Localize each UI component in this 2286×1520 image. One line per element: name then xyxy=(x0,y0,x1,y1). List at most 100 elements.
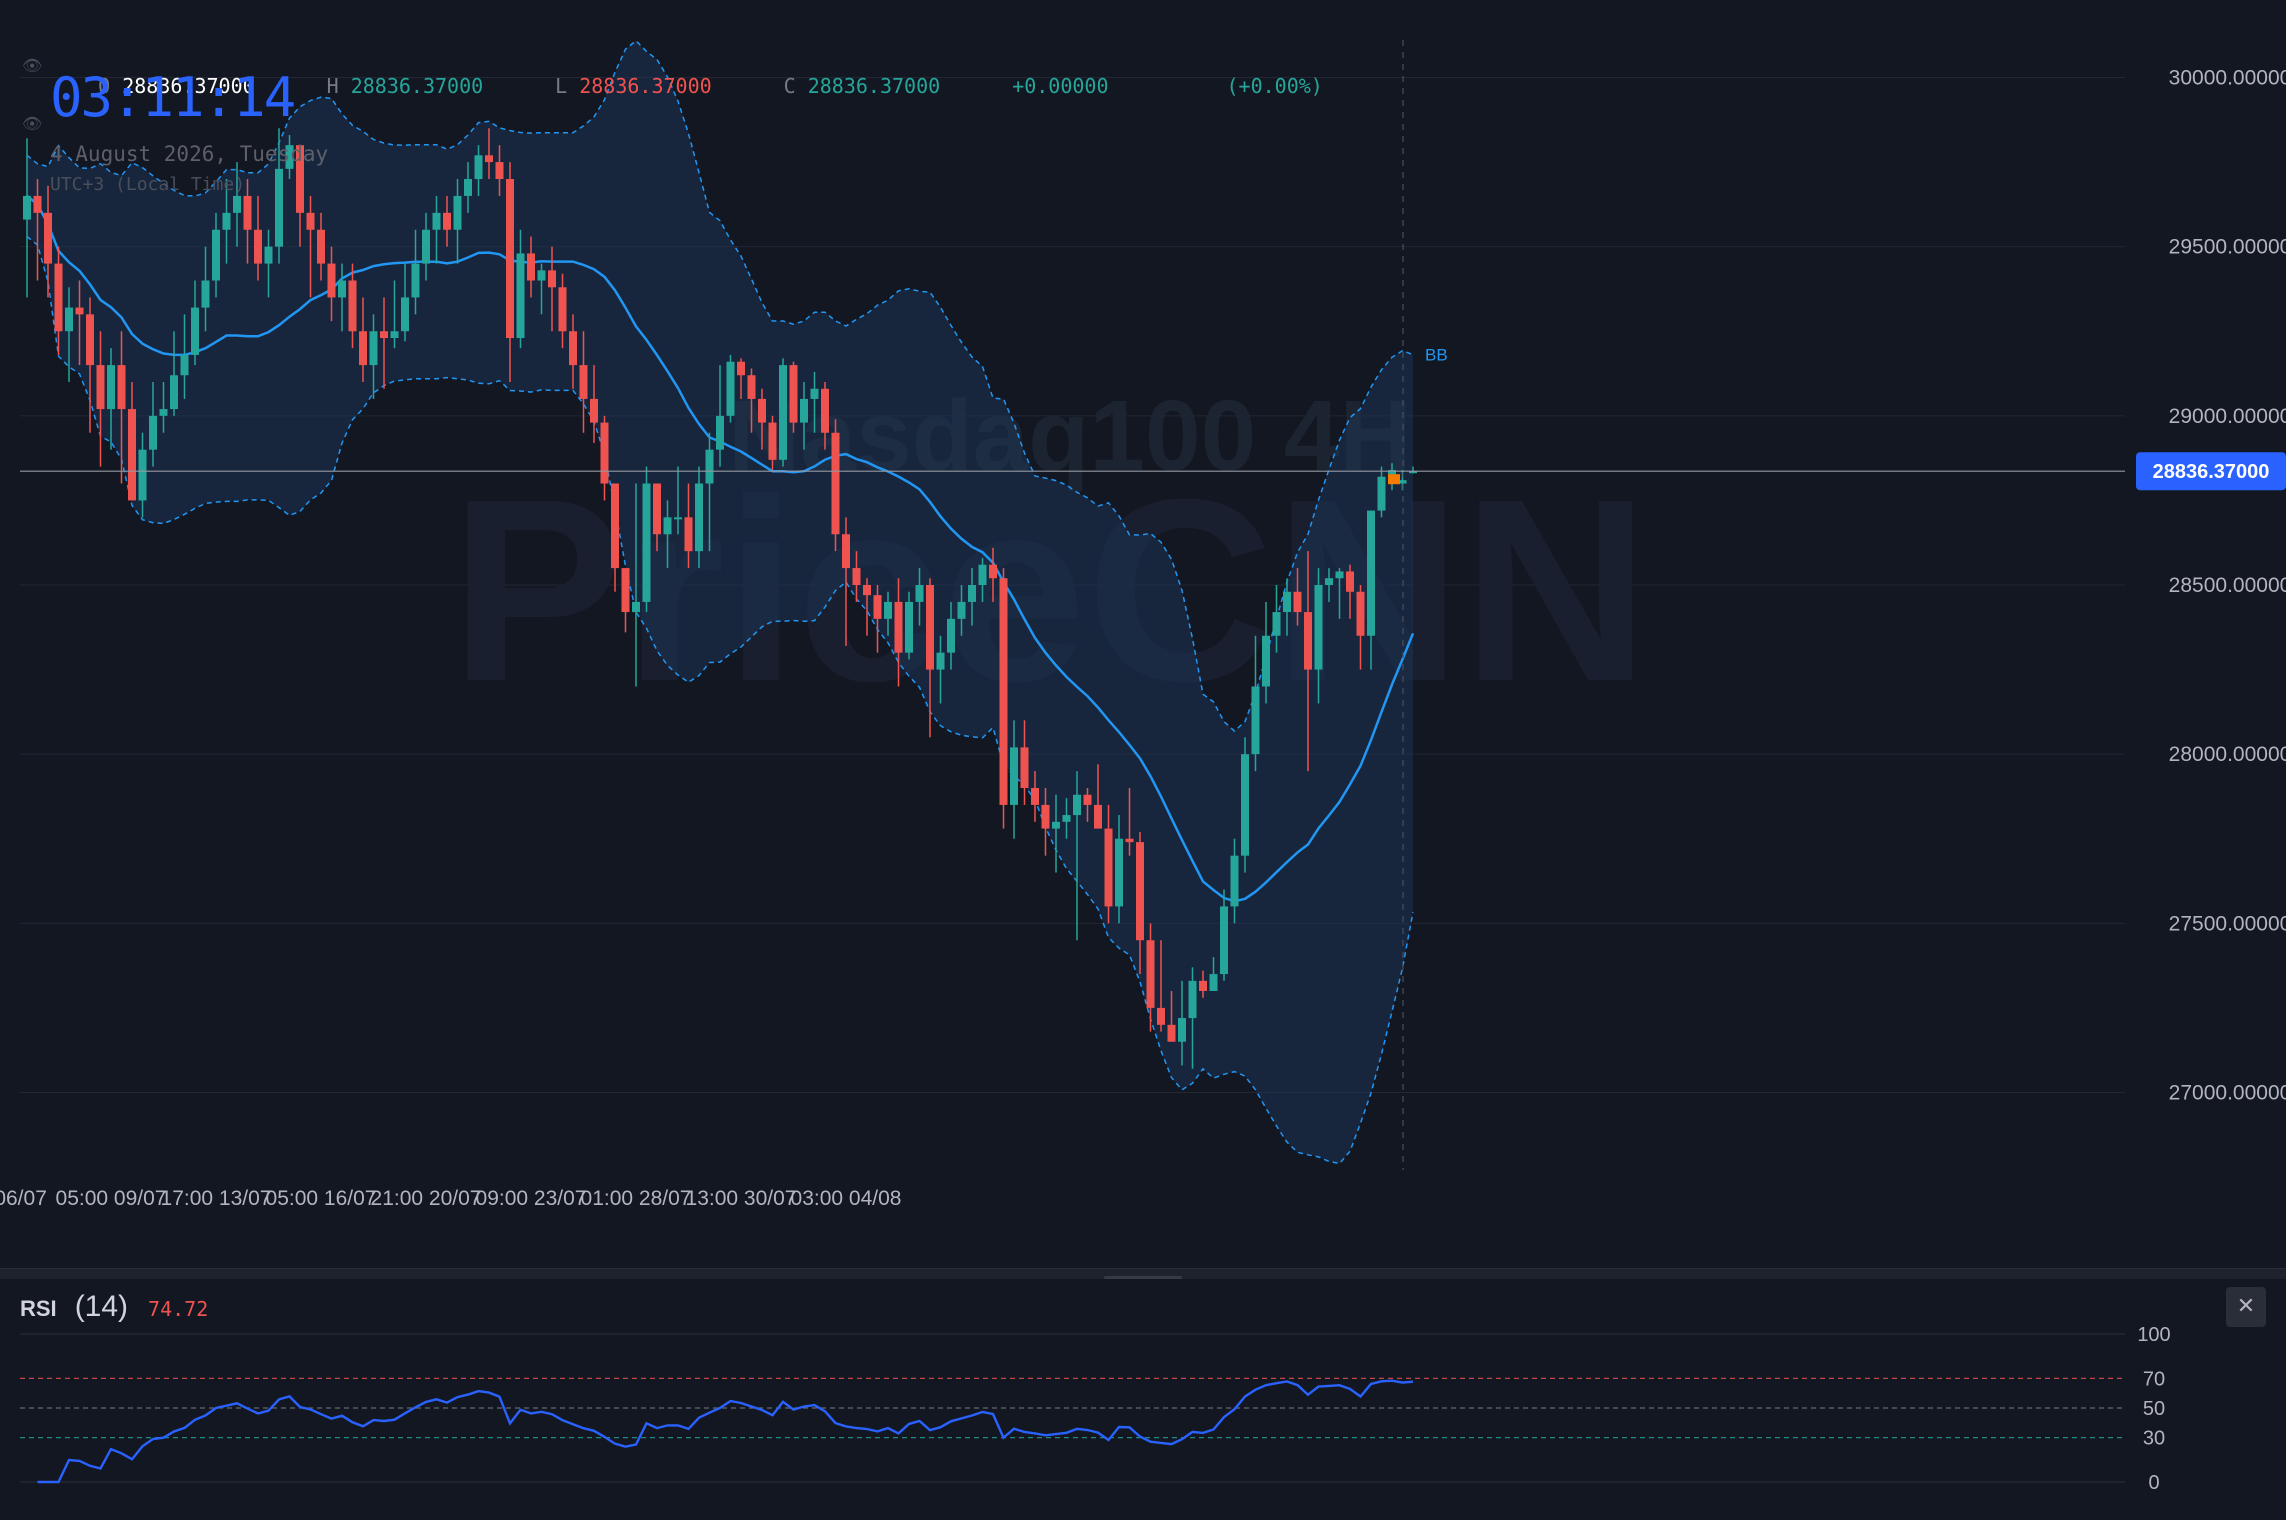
candle-body xyxy=(831,432,840,535)
candle-body xyxy=(506,179,514,339)
rsi-title: RSI xyxy=(20,1296,57,1321)
candle-body xyxy=(1209,974,1218,991)
time-tick-label: 05:00 16/07 xyxy=(266,1187,377,1210)
candle-body xyxy=(443,212,451,230)
candle-body xyxy=(254,229,262,264)
eye-icon[interactable]: 👁 xyxy=(22,56,42,75)
candle-body xyxy=(1010,747,1018,805)
candle-body xyxy=(96,365,105,410)
candle-body xyxy=(789,365,798,423)
time-tick-label: 05:00 09/07 xyxy=(56,1187,167,1210)
candle-body xyxy=(1062,815,1071,822)
candle-body xyxy=(264,246,273,264)
eye-icon[interactable]: 👁 xyxy=(22,114,42,133)
candle-body xyxy=(632,601,640,613)
candle-body xyxy=(548,270,556,288)
candle-body xyxy=(1293,591,1302,613)
rsi-value: 74.72 xyxy=(148,1297,209,1321)
last-price-label: 28836.37000 xyxy=(2153,461,2270,483)
rsi-legend: RSI (14) 74.72 xyxy=(20,1290,208,1324)
close-value: 28836.37000 xyxy=(807,74,941,98)
close-icon[interactable]: ✕ xyxy=(2226,1287,2266,1327)
candle-body xyxy=(926,585,934,670)
time-tick-label: 21:00 20/07 xyxy=(371,1187,482,1210)
candle-body xyxy=(23,195,31,220)
candle-body xyxy=(590,398,598,423)
price-tick-label: 29000.00000 xyxy=(2169,405,2286,428)
candle-body xyxy=(611,483,619,569)
candle-body xyxy=(401,297,409,332)
time-tick-label: 00 06/07 xyxy=(0,1187,47,1210)
candle-body xyxy=(33,195,42,213)
candle-body xyxy=(653,483,661,535)
candlestick-chart[interactable]: Nasdaq100 4H PriceCNN BB 27000.000002750… xyxy=(0,0,2286,1516)
candle-body xyxy=(936,652,945,670)
time-tick-label: 09:00 23/07 xyxy=(476,1187,587,1210)
candle-body xyxy=(1199,980,1207,991)
candle-body xyxy=(243,195,252,230)
alert-marker xyxy=(1388,474,1400,485)
candle-body xyxy=(75,307,84,315)
candle-body xyxy=(1083,794,1092,805)
candle-body xyxy=(1052,821,1060,829)
candle-body xyxy=(1230,855,1239,907)
candle-body xyxy=(516,253,525,339)
candle-body xyxy=(390,331,399,339)
candle-body xyxy=(1031,787,1039,805)
price-tick-label: 28500.00000 xyxy=(2169,574,2286,597)
candle-body xyxy=(1167,1024,1176,1042)
candle-body xyxy=(1251,686,1260,755)
candle-body xyxy=(569,331,577,366)
close-key: C xyxy=(783,74,796,98)
candle-body xyxy=(1367,510,1375,636)
change-percent: (+0.00%) xyxy=(1226,74,1323,98)
candle-body xyxy=(348,280,357,332)
time-tick-label: 13:00 30/07 xyxy=(686,1187,797,1210)
candle-body xyxy=(1178,1018,1186,1042)
candle-body xyxy=(1356,591,1365,636)
candle-body xyxy=(180,354,189,376)
candle-body xyxy=(579,365,588,399)
change-value: +0.00000 xyxy=(1012,74,1109,98)
candle-body xyxy=(905,601,913,653)
candle-body xyxy=(758,398,766,423)
candle-body xyxy=(44,212,52,264)
candle-body xyxy=(149,415,157,450)
candle-body xyxy=(842,534,850,569)
candle-body xyxy=(222,212,231,230)
candle-body xyxy=(128,409,136,501)
rsi-level-label: 100 xyxy=(2137,1324,2170,1346)
candle-body xyxy=(684,517,693,552)
candle-body xyxy=(957,601,966,619)
chart-area[interactable]: Nasdaq100 4H PriceCNN BB 27000.000002750… xyxy=(0,0,2286,1516)
pane-resize-handle[interactable] xyxy=(1104,1276,1182,1279)
candle-body xyxy=(422,229,430,264)
candle-body xyxy=(1346,571,1354,592)
rsi-level-label: 30 xyxy=(2143,1428,2165,1450)
candle-body xyxy=(1304,612,1312,670)
candle-body xyxy=(726,361,735,416)
candle-body xyxy=(852,568,861,585)
candle-body xyxy=(1136,842,1144,941)
candle-body xyxy=(1241,754,1249,856)
candle-body xyxy=(138,449,147,501)
low-key: L xyxy=(555,74,568,98)
candle-body xyxy=(705,449,714,484)
candle-body xyxy=(537,270,546,281)
rsi-level-label: 70 xyxy=(2143,1368,2165,1390)
rsi-level-label: 50 xyxy=(2143,1398,2165,1420)
candle-body xyxy=(233,195,241,213)
candle-body xyxy=(779,365,787,460)
candle-body xyxy=(642,483,651,602)
bb-label: BB xyxy=(1425,346,1448,365)
candle-body xyxy=(1262,635,1270,687)
candle-body xyxy=(411,263,420,298)
candle-body xyxy=(737,361,745,376)
price-tick-label: 27000.00000 xyxy=(2169,1081,2286,1104)
rsi-level-label: 0 xyxy=(2148,1472,2159,1494)
candle-body xyxy=(191,307,199,355)
candle-body xyxy=(716,415,724,450)
rsi-line xyxy=(37,1379,1414,1484)
candle-body xyxy=(485,155,493,163)
candle-body xyxy=(86,314,94,366)
